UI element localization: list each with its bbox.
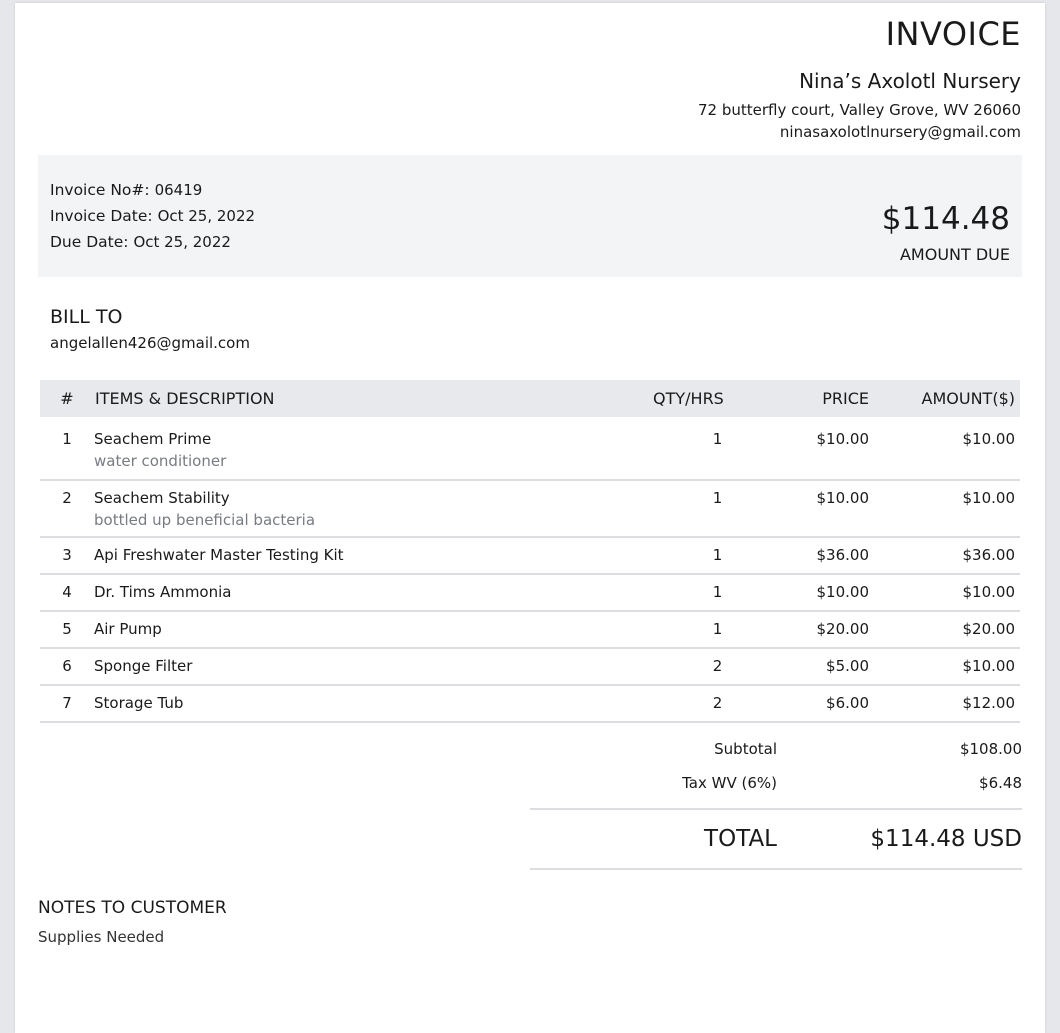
item-qty: 1 <box>712 546 723 564</box>
item-amount: $36.00 <box>962 546 1016 564</box>
table-row: 1 Seachem Prime water conditioner 1 $10.… <box>40 417 1020 481</box>
invoice-number-row: Invoice No#: 06419 <box>50 181 202 199</box>
item-name: Storage Tub <box>94 694 184 712</box>
invoice-title: INVOICE <box>885 15 1021 53</box>
column-header-number: # <box>60 389 74 408</box>
item-qty: 1 <box>712 583 723 601</box>
tax-value: $6.48 <box>979 774 1022 792</box>
item-price: $10.00 <box>816 489 870 507</box>
item-qty: 1 <box>712 620 723 638</box>
item-qty: 2 <box>712 657 723 675</box>
invoice-sheet: INVOICE Nina’s Axolotl Nursery 72 butter… <box>15 3 1045 1033</box>
item-price: $10.00 <box>816 430 870 448</box>
row-number: 1 <box>62 430 72 448</box>
row-number: 2 <box>62 489 72 507</box>
column-header-amount: AMOUNT($) <box>921 389 1015 408</box>
item-amount: $10.00 <box>962 657 1016 675</box>
item-name: Air Pump <box>94 620 162 638</box>
item-price: $5.00 <box>826 657 869 675</box>
column-header-qty: QTY/HRS <box>653 389 724 408</box>
item-amount: $12.00 <box>962 694 1016 712</box>
item-price: $10.00 <box>816 583 870 601</box>
table-row: 4 Dr. Tims Ammonia 1 $10.00 $10.00 <box>40 575 1020 612</box>
row-number: 5 <box>62 620 72 638</box>
row-number: 3 <box>62 546 72 564</box>
item-name: Api Freshwater Master Testing Kit <box>94 546 344 564</box>
tax-label: Tax WV (6%) <box>682 774 777 792</box>
row-number: 7 <box>62 694 72 712</box>
items-table-header: # ITEMS & DESCRIPTION QTY/HRS PRICE AMOU… <box>40 380 1020 417</box>
table-row: 5 Air Pump 1 $20.00 $20.00 <box>40 612 1020 649</box>
total-label: TOTAL <box>704 826 777 852</box>
due-date: Oct 25, 2022 <box>133 233 231 251</box>
item-amount: $10.00 <box>962 489 1016 507</box>
item-name: Sponge Filter <box>94 657 193 675</box>
business-address: 72 butterfly court, Valley Grove, WV 260… <box>697 101 1021 119</box>
item-amount: $10.00 <box>962 583 1016 601</box>
table-row: 3 Api Freshwater Master Testing Kit 1 $3… <box>40 538 1020 575</box>
item-name: Seachem Stability <box>94 489 230 507</box>
row-number: 4 <box>62 583 72 601</box>
table-row: 7 Storage Tub 2 $6.00 $12.00 <box>40 686 1020 723</box>
total-value: $114.48 USD <box>870 826 1022 852</box>
item-description: water conditioner <box>94 452 227 470</box>
totals-divider <box>530 808 1022 810</box>
business-email: ninasaxolotlnursery@gmail.com <box>779 123 1021 141</box>
invoice-date: Oct 25, 2022 <box>157 207 256 225</box>
item-amount: $20.00 <box>962 620 1016 638</box>
item-qty: 1 <box>712 489 723 507</box>
item-qty: 1 <box>712 430 723 448</box>
item-amount: $10.00 <box>962 430 1016 448</box>
amount-due-value: $114.48 <box>881 201 1010 237</box>
table-row: 6 Sponge Filter 2 $5.00 $10.00 <box>40 649 1020 686</box>
invoice-number: 06419 <box>154 181 203 199</box>
amount-due-label: AMOUNT DUE <box>899 245 1010 264</box>
due-date-row: Due Date: Oct 25, 2022 <box>50 233 231 251</box>
bill-to-email: angelallen426@gmail.com <box>50 334 250 352</box>
invoice-date-row: Invoice Date: Oct 25, 2022 <box>50 207 255 225</box>
invoice-summary: Invoice No#: 06419 Invoice Date: Oct 25,… <box>38 155 1022 277</box>
notes-heading: NOTES TO CUSTOMER <box>38 898 227 918</box>
column-header-description: ITEMS & DESCRIPTION <box>95 389 275 408</box>
row-number: 6 <box>62 657 72 675</box>
notes-text: Supplies Needed <box>38 928 165 946</box>
subtotal-label: Subtotal <box>714 740 777 758</box>
invoice-number-label: Invoice No#: <box>50 181 150 199</box>
business-name: Nina’s Axolotl Nursery <box>799 69 1021 93</box>
column-header-price: PRICE <box>822 389 869 408</box>
invoice-date-label: Invoice Date: <box>50 207 153 225</box>
item-price: $20.00 <box>816 620 870 638</box>
table-row: 2 Seachem Stability bottled up beneficia… <box>40 479 1020 538</box>
item-price: $6.00 <box>826 694 869 712</box>
item-name: Seachem Prime <box>94 430 212 448</box>
item-price: $36.00 <box>816 546 870 564</box>
item-name: Dr. Tims Ammonia <box>94 583 232 601</box>
totals-bottom-divider <box>530 868 1022 870</box>
item-description: bottled up beneficial bacteria <box>94 511 316 529</box>
due-date-label: Due Date: <box>50 233 129 251</box>
item-qty: 2 <box>712 694 723 712</box>
bill-to-heading: BILL TO <box>50 306 123 328</box>
subtotal-value: $108.00 <box>959 740 1022 758</box>
